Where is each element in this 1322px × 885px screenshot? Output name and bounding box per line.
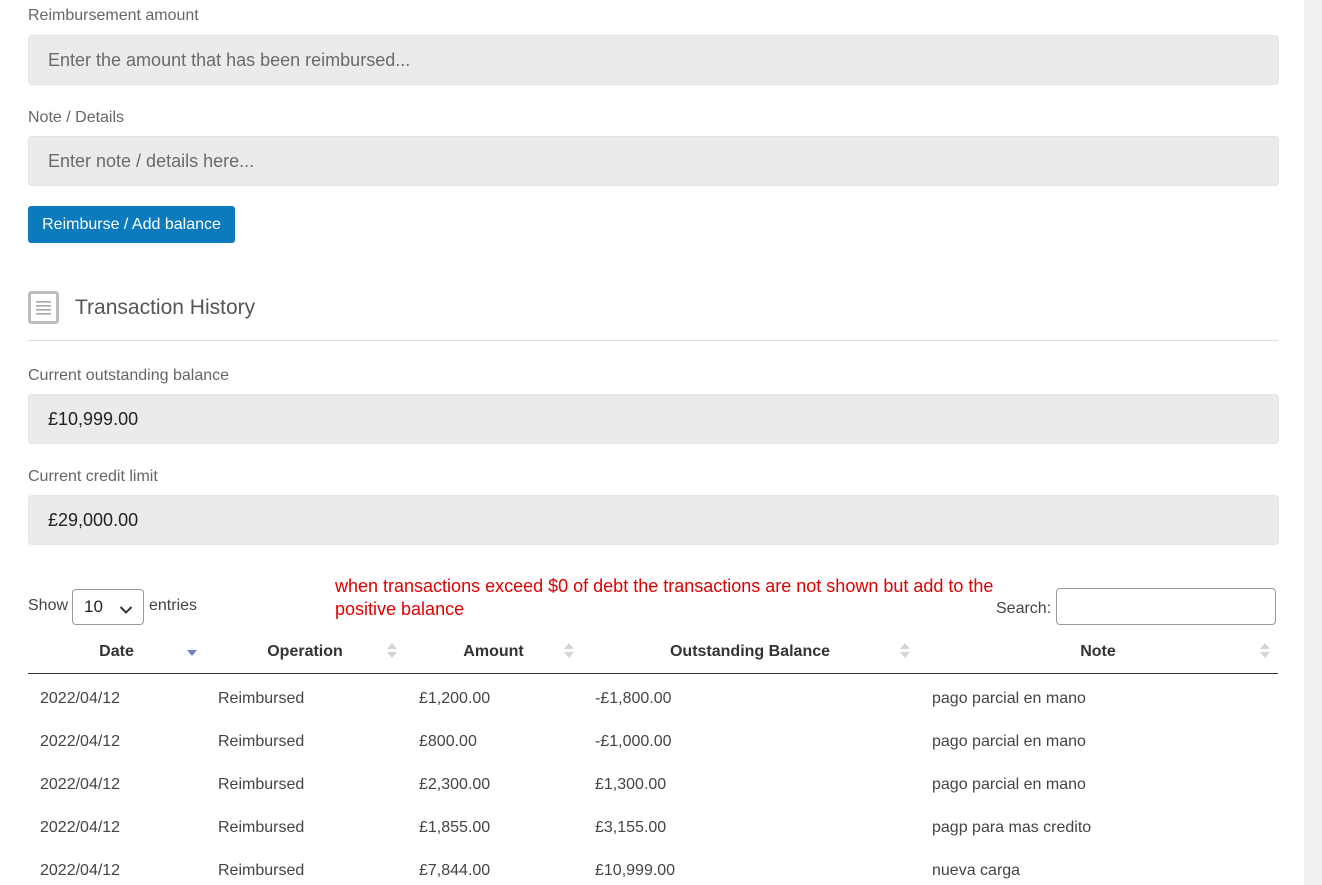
cell-operation: Reimbursed [218,775,305,793]
cell-outstanding-balance: £10,999.00 [595,861,676,879]
main-panel: Reimbursement amount Note / Details Reim… [0,0,1304,885]
cell-note: pago parcial en mano [932,689,1086,707]
show-label: Show [28,597,69,614]
entries-label: entries [149,597,198,614]
cell-operation: Reimbursed [218,732,305,750]
sort-desc-icon [187,642,197,660]
cell-date: 2022/04/12 [40,818,121,836]
table-row: 2022/04/12 Reimbursed £1,855.00 £3,155.0… [28,806,1278,849]
table-header-row: Date Operation Amount Outstanding Balanc… [28,630,1278,674]
page-size-select[interactable]: 10 [72,589,144,625]
cell-date: 2022/04/12 [40,732,121,750]
cell-amount: £7,844.00 [419,861,491,879]
header-operation[interactable]: Operation [205,630,405,674]
reimbursement-amount-input[interactable] [28,35,1279,85]
cell-outstanding-balance: £3,155.00 [595,818,667,836]
cell-operation: Reimbursed [218,861,305,879]
table-row: 2022/04/12 Reimbursed £800.00 -£1,000.00… [28,720,1278,763]
cell-date: 2022/04/12 [40,775,121,793]
sort-icon [1260,642,1270,660]
cell-amount: £1,200.00 [419,689,491,707]
cell-operation: Reimbursed [218,689,305,707]
search-input[interactable] [1056,588,1276,625]
page-size-value: 10 [84,597,103,616]
cell-note: pagp para mas credito [932,818,1092,836]
document-icon [28,291,59,324]
outstanding-balance-label: Current outstanding balance [28,367,230,384]
sort-icon [387,642,397,660]
sort-icon [564,642,574,660]
cell-note: pago parcial en mano [932,775,1086,793]
annotation-note: when transactions exceed $0 of debt the … [335,576,994,619]
section-divider [28,340,1278,341]
note-details-input[interactable] [28,136,1279,186]
header-date[interactable]: Date [28,630,205,674]
cell-outstanding-balance: -£1,800.00 [595,689,672,707]
sort-icon [900,642,910,660]
outstanding-balance-value: £10,999.00 [28,394,1279,444]
header-outstanding-balance[interactable]: Outstanding Balance [582,630,918,674]
cell-operation: Reimbursed [218,818,305,836]
cell-date: 2022/04/12 [40,689,121,707]
transaction-history-title: Transaction History [75,296,256,319]
table-row: 2022/04/12 Reimbursed £7,844.00 £10,999.… [28,849,1278,885]
cell-outstanding-balance: £1,300.00 [595,775,667,793]
cell-amount: £800.00 [419,732,477,750]
reimbursement-amount-label: Reimbursement amount [28,7,199,24]
credit-limit-label: Current credit limit [28,468,158,485]
cell-date: 2022/04/12 [40,861,121,879]
header-note[interactable]: Note [918,630,1278,674]
table-row: 2022/04/12 Reimbursed £1,200.00 -£1,800.… [28,674,1278,721]
cell-outstanding-balance: -£1,000.00 [595,732,672,750]
cell-note: nueva carga [932,861,1021,879]
search-label: Search: [996,600,1052,617]
cell-note: pago parcial en mano [932,732,1086,750]
credit-limit-value: £29,000.00 [28,495,1279,545]
note-details-label: Note / Details [28,109,125,126]
header-amount[interactable]: Amount [405,630,582,674]
cell-amount: £2,300.00 [419,775,491,793]
table-row: 2022/04/12 Reimbursed £2,300.00 £1,300.0… [28,763,1278,806]
transactions-table: Date Operation Amount Outstanding Balanc… [28,630,1278,885]
cell-amount: £1,855.00 [419,818,491,836]
chevron-down-icon [119,601,133,621]
reimburse-add-balance-button[interactable]: Reimburse / Add balance [28,206,235,243]
